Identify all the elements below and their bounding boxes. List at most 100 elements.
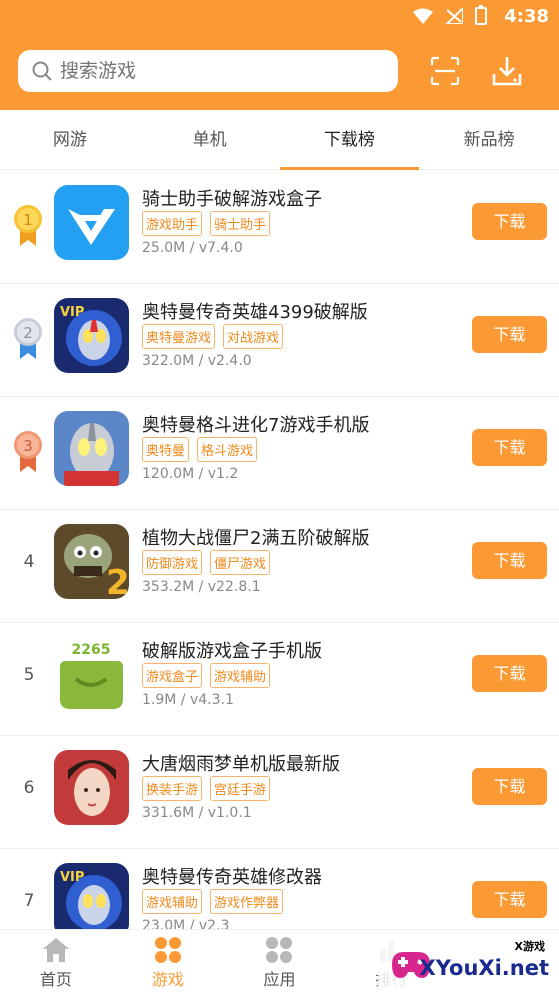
watermark: X游戏 XYouXi.net — [378, 932, 559, 994]
knight-logo-icon — [54, 185, 129, 260]
tag[interactable]: 游戏辅助 — [210, 663, 271, 688]
download-button[interactable]: 下载 — [472, 429, 547, 466]
nav-apps[interactable]: 应用 — [224, 930, 336, 994]
app-icon[interactable]: VIP — [54, 298, 129, 373]
status-time: 4:38 — [504, 6, 549, 27]
nav-label: 首页 — [39, 970, 72, 989]
app-meta: 353.2M / v22.8.1 — [142, 579, 261, 595]
app-icon[interactable] — [54, 411, 129, 486]
app-title: 奥特曼传奇英雄修改器 — [142, 867, 322, 888]
svg-text:VIP: VIP — [60, 870, 84, 885]
rank-number: 5 — [23, 665, 35, 685]
svg-text:1: 1 — [23, 211, 33, 229]
download-button[interactable]: 下载 — [472, 881, 547, 918]
silver-medal-icon: 2 — [14, 318, 42, 359]
app-meta: 1.9M / v4.3.1 — [142, 692, 234, 708]
list-item[interactable]: 2 VIP 奥特曼传奇英雄4399破解版 奥特曼游戏 对战游戏 322.0M /… — [0, 284, 559, 397]
no-signal-icon — [445, 8, 463, 24]
tag[interactable]: 奥特曼 — [142, 437, 190, 462]
tag-list: 游戏辅助 游戏作弊器 — [142, 889, 284, 914]
tab-download-ranking[interactable]: 下载榜 — [279, 110, 420, 170]
tag[interactable]: 换装手游 — [142, 776, 203, 801]
svg-text:VIP: VIP — [60, 305, 84, 320]
ultraman-icon: VIP — [54, 298, 129, 373]
grid-icon — [154, 937, 181, 963]
tang-dynasty-icon — [54, 750, 129, 825]
app-icon[interactable]: 2 — [54, 524, 129, 599]
search-bar[interactable] — [18, 50, 398, 92]
download-manager-icon[interactable] — [492, 55, 522, 87]
svg-text:2265: 2265 — [72, 642, 111, 658]
search-icon — [32, 61, 52, 81]
tag-list: 防御游戏 僵尸游戏 — [142, 550, 271, 575]
nav-label: 游戏 — [151, 970, 184, 989]
download-button[interactable]: 下载 — [472, 655, 547, 692]
box-logo-icon: 2265 — [54, 637, 129, 712]
app-list: 1 骑士助手破解游戏盒子 游戏助手 骑士助手 25.0M / v7.4.0 下载… — [0, 171, 559, 929]
watermark-small-text: X游戏 — [514, 940, 545, 953]
svg-text:2: 2 — [23, 324, 33, 342]
tab-online-games[interactable]: 网游 — [0, 110, 140, 169]
list-item[interactable]: 3 奥特曼格斗进化7游戏手机版 奥特曼 格斗游戏 120.0M / v1.2 下… — [0, 397, 559, 510]
tag[interactable]: 格斗游戏 — [197, 437, 258, 462]
app-icon[interactable] — [54, 750, 129, 825]
list-item[interactable]: 4 2 植物大战僵尸2满五阶破解版 防御游戏 僵尸游戏 353.2M / v22… — [0, 510, 559, 623]
nav-label: 应用 — [263, 970, 296, 989]
rank-number: 4 — [23, 552, 35, 572]
tag[interactable]: 骑士助手 — [210, 211, 271, 236]
nav-games[interactable]: 游戏 — [112, 930, 224, 994]
rank-number: 7 — [23, 891, 35, 911]
app-header: 4:38 — [0, 0, 559, 110]
app-title: 骑士助手破解游戏盒子 — [142, 189, 322, 210]
app-icon[interactable]: 2265 — [54, 637, 129, 712]
svg-text:3: 3 — [23, 437, 33, 455]
status-icons — [413, 5, 487, 25]
tag[interactable]: 游戏辅助 — [142, 889, 203, 914]
tag-list: 游戏盒子 游戏辅助 — [142, 663, 271, 688]
rank-number: 6 — [23, 778, 35, 798]
tag-list: 游戏助手 骑士助手 — [142, 211, 271, 236]
app-title: 奥特曼传奇英雄4399破解版 — [142, 302, 368, 323]
tag-list: 奥特曼 格斗游戏 — [142, 437, 258, 462]
status-bar: 4:38 — [0, 0, 559, 34]
app-meta: 120.0M / v1.2 — [142, 466, 239, 482]
tab-new-ranking[interactable]: 新品榜 — [419, 110, 559, 169]
scan-icon[interactable] — [430, 56, 460, 86]
app-meta: 23.0M / v2.3 — [142, 918, 230, 929]
app-icon[interactable] — [54, 185, 129, 260]
home-icon — [42, 938, 69, 962]
download-button[interactable]: 下载 — [472, 768, 547, 805]
ultraman-fight-icon — [54, 411, 129, 486]
list-item[interactable]: 6 大唐烟雨梦单机版最新版 换装手游 宫廷手游 331.6M / v1.0.1 … — [0, 736, 559, 849]
list-item[interactable]: 1 骑士助手破解游戏盒子 游戏助手 骑士助手 25.0M / v7.4.0 下载 — [0, 171, 559, 284]
category-tabs: 网游 单机 下载榜 新品榜 — [0, 110, 559, 170]
tag[interactable]: 僵尸游戏 — [210, 550, 271, 575]
nav-home[interactable]: 首页 — [0, 930, 112, 994]
tag[interactable]: 奥特曼游戏 — [142, 324, 216, 349]
app-meta: 322.0M / v2.4.0 — [142, 353, 252, 369]
list-item[interactable]: 7 VIP 奥特曼传奇英雄修改器 游戏辅助 游戏作弊器 23.0M / v2.3… — [0, 849, 559, 929]
tag[interactable]: 游戏盒子 — [142, 663, 203, 688]
list-item[interactable]: 5 2265 破解版游戏盒子手机版 游戏盒子 游戏辅助 1.9M / v4.3.… — [0, 623, 559, 736]
tag[interactable]: 游戏助手 — [142, 211, 203, 236]
gold-medal-icon: 1 — [14, 205, 42, 246]
tag[interactable]: 对战游戏 — [223, 324, 284, 349]
tag-list: 换装手游 宫廷手游 — [142, 776, 271, 801]
battery-icon — [475, 5, 487, 25]
download-button[interactable]: 下载 — [472, 316, 547, 353]
search-input[interactable] — [60, 60, 360, 82]
tab-single-player[interactable]: 单机 — [140, 110, 280, 169]
tag[interactable]: 宫廷手游 — [210, 776, 271, 801]
zombie-icon: 2 — [54, 524, 129, 599]
bronze-medal-icon: 3 — [14, 431, 42, 472]
download-button[interactable]: 下载 — [472, 203, 547, 240]
app-icon[interactable]: VIP — [54, 863, 129, 929]
ultraman-icon: VIP — [54, 863, 129, 929]
watermark-text: XYouXi.net — [419, 956, 549, 980]
download-button[interactable]: 下载 — [472, 542, 547, 579]
tag[interactable]: 防御游戏 — [142, 550, 203, 575]
app-title: 大唐烟雨梦单机版最新版 — [142, 754, 340, 775]
apps-icon — [266, 937, 293, 963]
tag[interactable]: 游戏作弊器 — [210, 889, 284, 914]
app-meta: 331.6M / v1.0.1 — [142, 805, 252, 821]
